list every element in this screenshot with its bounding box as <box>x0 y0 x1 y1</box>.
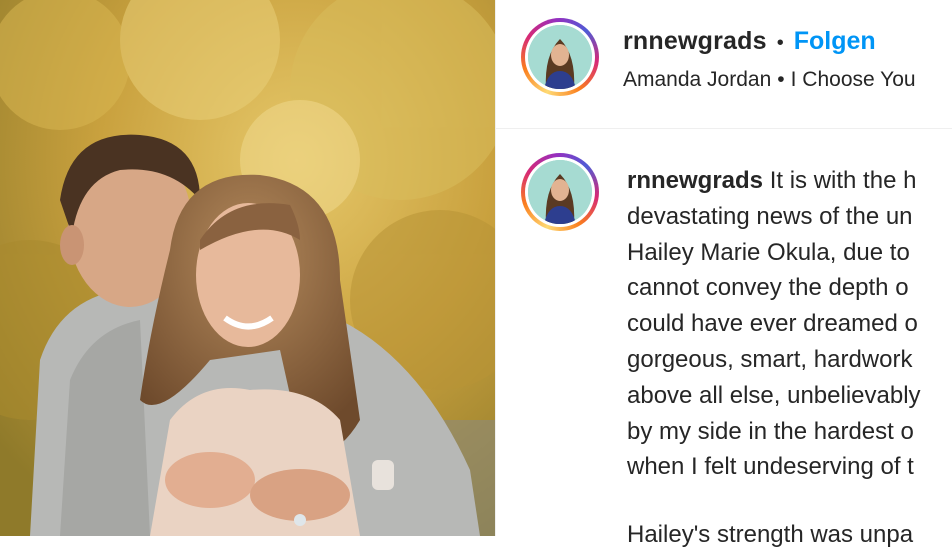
caption-line: gorgeous, smart, hardwork <box>627 345 913 373</box>
header-divider <box>496 128 952 129</box>
caption-line: cannot convey the depth o <box>627 274 909 302</box>
post-image <box>0 0 495 536</box>
follow-button[interactable]: Folgen <box>794 27 876 55</box>
caption-line: by my side in the hardest o <box>627 417 914 445</box>
avatar-image <box>528 25 592 89</box>
author-name[interactable]: Amanda Jordan <box>623 68 771 91</box>
header-avatar[interactable] <box>521 18 599 96</box>
caption-line: devastating news of the un <box>627 202 913 230</box>
audio-title-link[interactable]: I Choose You <box>791 68 916 91</box>
header-subline: Amanda Jordan • I Choose You <box>623 65 916 95</box>
caption-line: above all else, unbelievably <box>627 381 921 409</box>
caption-first-line: It is with the h <box>763 167 917 194</box>
caption-username[interactable]: rnnewgrads <box>627 167 763 194</box>
post-photo[interactable] <box>0 0 495 536</box>
caption-paragraph-2: Hailey's strength was unpa <box>627 521 914 549</box>
caption-avatar[interactable] <box>521 153 599 231</box>
caption-line: when I felt undeserving of t <box>627 453 914 481</box>
caption-text: rnnewgrads It is with the h devastating … <box>627 163 952 553</box>
avatar-ring-gap <box>525 157 595 227</box>
header-separator: • <box>776 32 784 54</box>
caption-line: could have ever dreamed o <box>627 310 918 338</box>
panel-divider <box>495 0 496 536</box>
caption-line: Hailey Marie Okula, due to <box>627 238 910 266</box>
avatar-image <box>528 160 592 224</box>
header-user-line: rnnewgrads • Folgen <box>623 24 876 60</box>
avatar-ring-gap <box>525 22 595 92</box>
audio-separator: • <box>777 68 785 91</box>
header-username[interactable]: rnnewgrads <box>623 27 767 55</box>
caption-line: rnnewgrads It is with the h <box>627 163 952 199</box>
